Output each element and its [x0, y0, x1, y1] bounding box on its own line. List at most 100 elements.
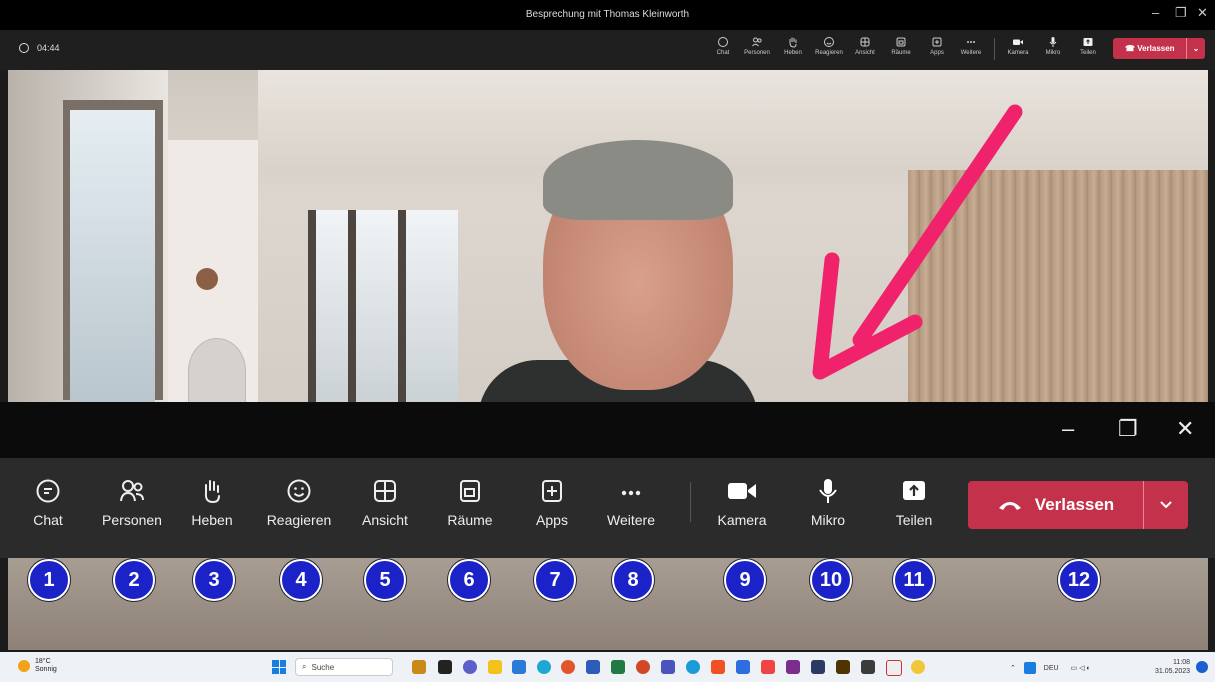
mini-camera-label: Kamera	[1007, 50, 1029, 56]
maximize-button[interactable]: ❐	[1175, 5, 1187, 21]
rooms-button[interactable]: Räume	[430, 478, 510, 528]
start-logo-tile	[272, 660, 279, 667]
smiley-icon	[824, 37, 834, 47]
chevron-down-icon[interactable]: ⌄	[1186, 38, 1205, 59]
app-icon[interactable]	[761, 660, 775, 674]
wood-panel-wall	[908, 170, 1208, 402]
leave-button[interactable]: Verlassen	[968, 481, 1188, 529]
edge-app-icon[interactable]	[537, 660, 551, 674]
mini-chat-button[interactable]: Chat	[706, 36, 740, 56]
camera-icon	[728, 483, 756, 499]
app-icon[interactable]	[711, 660, 725, 674]
start-logo-tile	[279, 660, 286, 667]
mini-camera-button[interactable]: Kamera	[1001, 36, 1035, 56]
system-tray[interactable]: ⌃ DEU ▭ ◁ ◐	[1010, 662, 1091, 674]
windows-start-button[interactable]	[272, 660, 286, 674]
leave-label: Verlassen	[1034, 495, 1115, 514]
marker-large-7: 7	[534, 559, 576, 601]
app-icon[interactable]	[861, 660, 875, 674]
powerpoint-app-icon[interactable]	[636, 660, 650, 674]
view-label: Ansicht	[362, 512, 408, 528]
chat-app-icon[interactable]	[463, 660, 477, 674]
weather-widget[interactable]: 18°C Sonnig	[18, 658, 57, 674]
teams-app-icon[interactable]	[661, 660, 675, 674]
marker-large-11: 11	[893, 559, 935, 601]
mini-share-label: Teilen	[1080, 50, 1096, 56]
app-icon[interactable]	[911, 660, 925, 674]
mini-apps-button[interactable]: Apps	[920, 36, 954, 56]
language-indicator[interactable]: DEU	[1044, 665, 1059, 672]
more-button[interactable]: Weitere	[591, 478, 671, 528]
briefcase-app-icon[interactable]	[412, 660, 426, 674]
notification-icon[interactable]	[1196, 661, 1208, 673]
participant-video	[8, 70, 1208, 402]
taskbar-clock[interactable]: 11:08 31.05.2023	[1155, 658, 1190, 676]
outlook-app-icon[interactable]	[512, 660, 526, 674]
explorer-app-icon[interactable]	[488, 660, 502, 674]
apps-button[interactable]: Apps	[512, 478, 592, 528]
mini-share-button[interactable]: Teilen	[1071, 36, 1105, 56]
mini-raise-hand-button[interactable]: Heben	[776, 36, 810, 56]
app-icon[interactable]	[686, 660, 700, 674]
wall-mirror	[188, 338, 246, 402]
close-button[interactable]: ✕	[1197, 5, 1208, 21]
phone-hangup-icon	[998, 502, 1021, 510]
plus-box-icon	[932, 37, 942, 47]
word-app-icon[interactable]	[586, 660, 600, 674]
weather-desc: Sonnig	[35, 666, 57, 673]
hand-icon	[204, 480, 220, 504]
weather-temp: 18°C	[35, 658, 51, 665]
chevron-down-icon	[1160, 501, 1172, 509]
mini-chat-label: Chat	[716, 50, 730, 56]
mini-raise-hand-label: Heben	[784, 50, 802, 56]
minimize-button[interactable]: –	[1152, 5, 1159, 20]
start-logo-tile	[272, 667, 279, 674]
indesign-app-icon[interactable]	[786, 660, 800, 674]
share-button[interactable]: Teilen	[874, 478, 954, 528]
mini-people-button[interactable]: Personen	[740, 36, 774, 56]
bridge-app-icon[interactable]	[836, 660, 850, 674]
marker-large-10: 10	[810, 559, 852, 601]
raise-hand-label: Heben	[191, 512, 233, 528]
excel-app-icon[interactable]	[611, 660, 625, 674]
smiley-icon	[287, 479, 311, 503]
meeting-timer: 04:44	[19, 43, 60, 53]
camera-button[interactable]: Kamera	[702, 478, 782, 528]
rooms-icon	[460, 480, 480, 502]
mini-leave-label: Verlassen	[1137, 44, 1175, 53]
mini-mic-button[interactable]: Mikro	[1036, 36, 1070, 56]
view-button[interactable]: Ansicht	[345, 478, 425, 528]
microphone-button[interactable]: Mikro	[788, 478, 868, 528]
photoshop-app-icon[interactable]	[811, 660, 825, 674]
room-windows	[308, 210, 458, 402]
zoomed-maximize-button[interactable]: ❐	[1118, 416, 1138, 442]
mini-rooms-button[interactable]: Räume	[884, 36, 918, 56]
window-frame-1	[308, 210, 316, 402]
window-frame-2	[348, 210, 356, 402]
leave-options-button[interactable]	[1143, 481, 1188, 529]
mini-view-button[interactable]: Ansicht	[848, 36, 882, 56]
chevron-up-icon[interactable]: ⌃	[1010, 665, 1016, 672]
mini-react-label: Reagieren	[815, 50, 843, 56]
chrome-app-icon[interactable]	[561, 660, 575, 674]
mini-leave-button[interactable]: ☎ Verlassen ⌄	[1113, 38, 1205, 59]
mini-react-button[interactable]: Reagieren	[812, 36, 846, 56]
zoomed-close-button[interactable]: ✕	[1176, 416, 1194, 442]
raise-hand-button[interactable]: Heben	[172, 478, 252, 528]
react-button[interactable]: Reagieren	[259, 478, 339, 528]
zoomed-minimize-button[interactable]: –	[1062, 416, 1074, 442]
network-icon[interactable]: ▭ ◁ ◐	[1071, 665, 1091, 672]
people-button[interactable]: Personen	[92, 478, 172, 528]
more-icon	[967, 41, 975, 43]
rooms-icon	[896, 37, 906, 47]
microphone-icon	[1049, 37, 1057, 47]
microphone-tray-icon[interactable]	[1023, 662, 1036, 674]
app-icon[interactable]	[736, 660, 750, 674]
taskbar-search[interactable]: ⌕ Suche	[295, 658, 393, 676]
mini-mic-label: Mikro	[1045, 50, 1061, 56]
taskview-app-icon[interactable]	[438, 660, 452, 674]
chat-button[interactable]: Chat	[8, 478, 88, 528]
people-icon	[752, 37, 762, 47]
acrobat-app-icon[interactable]	[886, 660, 902, 676]
mini-more-button[interactable]: Weitere	[954, 36, 988, 56]
